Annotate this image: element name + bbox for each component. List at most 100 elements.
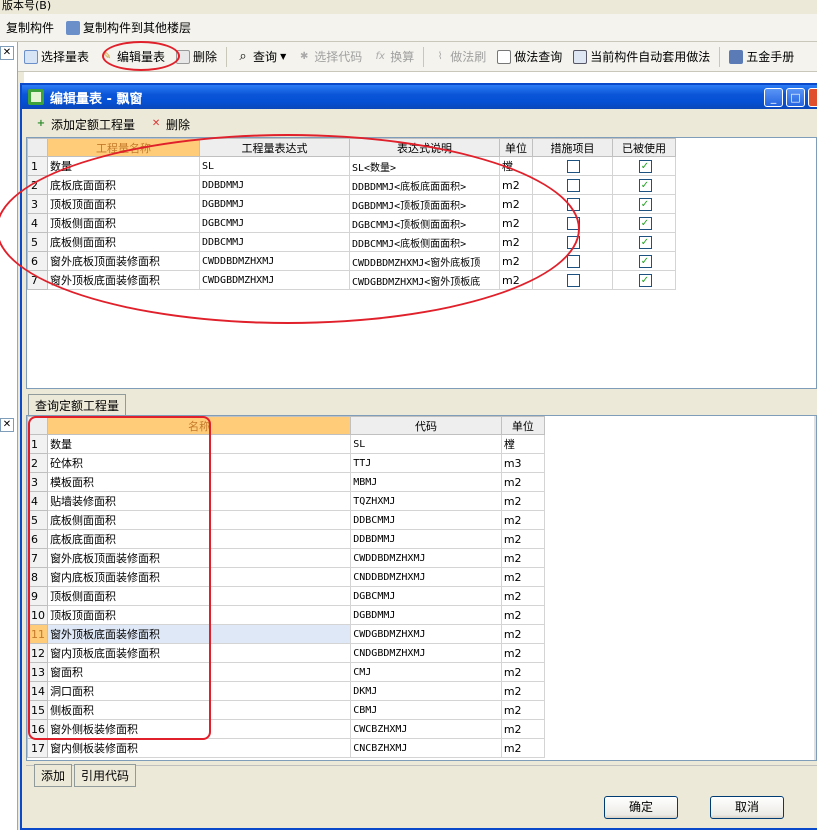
- column-header[interactable]: 措施项目: [532, 138, 613, 157]
- used-checkbox[interactable]: ✓: [638, 197, 652, 211]
- measure-checkbox[interactable]: [567, 235, 580, 249]
- measure-checkbox[interactable]: [567, 197, 580, 211]
- quota-name-cell[interactable]: 贴墙装修面积: [47, 491, 352, 511]
- description-cell[interactable]: CWDDBDMZHXMJ<窗外底板顶: [349, 251, 500, 271]
- table-row[interactable]: 3 模板面积 MBMJ m2: [27, 472, 546, 492]
- table-row[interactable]: 2 砼体积 TTJ m3: [27, 453, 546, 473]
- measure-checkbox[interactable]: [567, 159, 580, 173]
- unit-cell[interactable]: m2: [499, 251, 533, 271]
- code-cell[interactable]: CNCBZHXMJ: [350, 738, 502, 758]
- dialog-delete-button[interactable]: ✕ 删除: [145, 114, 194, 135]
- expression-cell[interactable]: CWDGBDMZHXMJ: [199, 270, 350, 290]
- convert-button[interactable]: fx 换算: [369, 46, 418, 67]
- code-cell[interactable]: CWDDBDMZHXMJ: [350, 548, 502, 568]
- expression-cell[interactable]: CWDDBDMZHXMJ: [199, 251, 350, 271]
- quota-name-cell[interactable]: 窗外底板顶面装修面积: [47, 548, 352, 568]
- quota-name-cell[interactable]: 窗内顶板底面装修面积: [47, 643, 352, 663]
- description-cell[interactable]: SL<数量>: [349, 156, 500, 176]
- table-row[interactable]: 5 底板侧面面积 DDBCMMJ m2: [27, 510, 546, 530]
- code-cell[interactable]: DGBCMMJ: [350, 586, 502, 606]
- table-row[interactable]: 6 窗外底板顶面装修面积 CWDDBDMZHXMJ CWDDBDMZHXMJ<窗外底板…: [27, 251, 676, 271]
- code-cell[interactable]: TTJ: [350, 453, 502, 473]
- add-quota-button[interactable]: + 添加定额工程量: [30, 114, 139, 135]
- unit-cell[interactable]: m2: [500, 510, 546, 530]
- table-row[interactable]: 4 贴墙装修面积 TQZHXMJ m2: [27, 491, 546, 511]
- table-row[interactable]: 1 数量 SL SL<数量> 樘 ✓: [27, 156, 676, 176]
- table-row[interactable]: 6 底板底面面积 DDBDMMJ m2: [27, 529, 546, 549]
- expression-cell[interactable]: DGBDMMJ: [199, 194, 350, 214]
- quota-name-cell[interactable]: 底板侧面面积: [47, 510, 352, 530]
- table-row[interactable]: 8 窗内底板顶面装修面积 CNDDBDMZHXMJ m2: [27, 567, 546, 587]
- quantity-name-cell[interactable]: 底板侧面面积: [47, 232, 200, 252]
- code-cell[interactable]: MBMJ: [350, 472, 502, 492]
- quota-name-cell[interactable]: 模板面积: [47, 472, 352, 492]
- select-table-button[interactable]: 选择量表: [20, 46, 93, 67]
- code-cell[interactable]: TQZHXMJ: [350, 491, 502, 511]
- code-cell[interactable]: CNDDBDMZHXMJ: [350, 567, 502, 587]
- column-header[interactable]: 单位: [499, 138, 533, 157]
- copy-component-button[interactable]: 复制构件: [2, 17, 58, 38]
- column-header[interactable]: 已被使用: [612, 138, 676, 157]
- unit-cell[interactable]: m2: [500, 624, 546, 644]
- used-checkbox[interactable]: ✓: [638, 235, 652, 249]
- code-cell[interactable]: CNDGBDMZHXMJ: [350, 643, 502, 663]
- code-cell[interactable]: DKMJ: [350, 681, 502, 701]
- table-row[interactable]: 13 窗面积 CMJ m2: [27, 662, 546, 682]
- measure-cell[interactable]: [532, 213, 613, 233]
- code-cell[interactable]: CBMJ: [350, 700, 502, 720]
- table-row[interactable]: 10 顶板顶面面积 DGBDMMJ m2: [27, 605, 546, 625]
- maximize-icon[interactable]: □: [786, 88, 805, 107]
- column-header[interactable]: 表达式说明: [349, 138, 500, 157]
- quota-name-cell[interactable]: 侧板面积: [47, 700, 352, 720]
- table-row[interactable]: 11 窗外顶板底面装修面积 CWDGBDMZHXMJ m2: [27, 624, 546, 644]
- cancel-button[interactable]: 取消: [710, 796, 784, 819]
- code-cell[interactable]: CWDGBDMZHXMJ: [350, 624, 502, 644]
- unit-cell[interactable]: m2: [500, 567, 546, 587]
- measure-cell[interactable]: [532, 270, 613, 290]
- column-header[interactable]: 名称: [47, 416, 352, 435]
- description-cell[interactable]: DGBDMMJ<顶板顶面面积>: [349, 194, 500, 214]
- used-checkbox[interactable]: ✓: [638, 159, 652, 173]
- close-icon[interactable]: [808, 88, 817, 107]
- table-row[interactable]: 1 数量 SL 樘: [27, 434, 546, 454]
- measure-checkbox[interactable]: [567, 254, 580, 268]
- unit-cell[interactable]: m2: [499, 232, 533, 252]
- quota-name-cell[interactable]: 窗外顶板底面装修面积: [47, 624, 352, 644]
- quota-name-cell[interactable]: 洞口面积: [47, 681, 352, 701]
- unit-cell[interactable]: 樘: [499, 156, 533, 176]
- description-cell[interactable]: DDBDMMJ<底板底面面积>: [349, 175, 500, 195]
- used-cell[interactable]: ✓: [612, 251, 676, 271]
- table-row[interactable]: 3 顶板顶面面积 DGBDMMJ DGBDMMJ<顶板顶面面积> m2 ✓: [27, 194, 676, 214]
- used-cell[interactable]: ✓: [612, 213, 676, 233]
- quantity-name-cell[interactable]: 数量: [47, 156, 200, 176]
- unit-cell[interactable]: m2: [500, 605, 546, 625]
- expression-cell[interactable]: DDBCMMJ: [199, 232, 350, 252]
- quota-name-cell[interactable]: 顶板侧面面积: [47, 586, 352, 606]
- menu-version[interactable]: 版本号(B): [2, 0, 51, 12]
- quantity-name-cell[interactable]: 窗外底板顶面装修面积: [47, 251, 200, 271]
- unit-cell[interactable]: m2: [499, 194, 533, 214]
- used-checkbox[interactable]: ✓: [638, 178, 652, 192]
- table-row[interactable]: 9 顶板侧面面积 DGBCMMJ m2: [27, 586, 546, 606]
- unit-cell[interactable]: m2: [500, 700, 546, 720]
- query-button[interactable]: ⌕ 查询 ▼: [232, 46, 290, 67]
- used-checkbox[interactable]: ✓: [638, 273, 652, 287]
- used-cell[interactable]: ✓: [612, 156, 676, 176]
- unit-cell[interactable]: m2: [500, 529, 546, 549]
- description-cell[interactable]: DDBCMMJ<底板侧面面积>: [349, 232, 500, 252]
- quota-name-cell[interactable]: 底板底面面积: [47, 529, 352, 549]
- close-icon[interactable]: ✕: [0, 418, 14, 432]
- quota-name-cell[interactable]: 窗内侧板装修面积: [47, 738, 352, 758]
- hardware-manual-button[interactable]: 五金手册: [725, 46, 798, 67]
- unit-cell[interactable]: m2: [500, 491, 546, 511]
- quota-name-cell[interactable]: 窗外侧板装修面积: [47, 719, 352, 739]
- minimize-icon[interactable]: _: [764, 88, 783, 107]
- table-row[interactable]: 15 侧板面积 CBMJ m2: [27, 700, 546, 720]
- unit-cell[interactable]: m2: [499, 270, 533, 290]
- code-cell[interactable]: SL: [350, 434, 502, 454]
- expression-cell[interactable]: DGBCMMJ: [199, 213, 350, 233]
- unit-cell[interactable]: m2: [500, 586, 546, 606]
- code-cell[interactable]: DDBDMMJ: [350, 529, 502, 549]
- unit-cell[interactable]: m2: [499, 175, 533, 195]
- quota-name-cell[interactable]: 顶板顶面面积: [47, 605, 352, 625]
